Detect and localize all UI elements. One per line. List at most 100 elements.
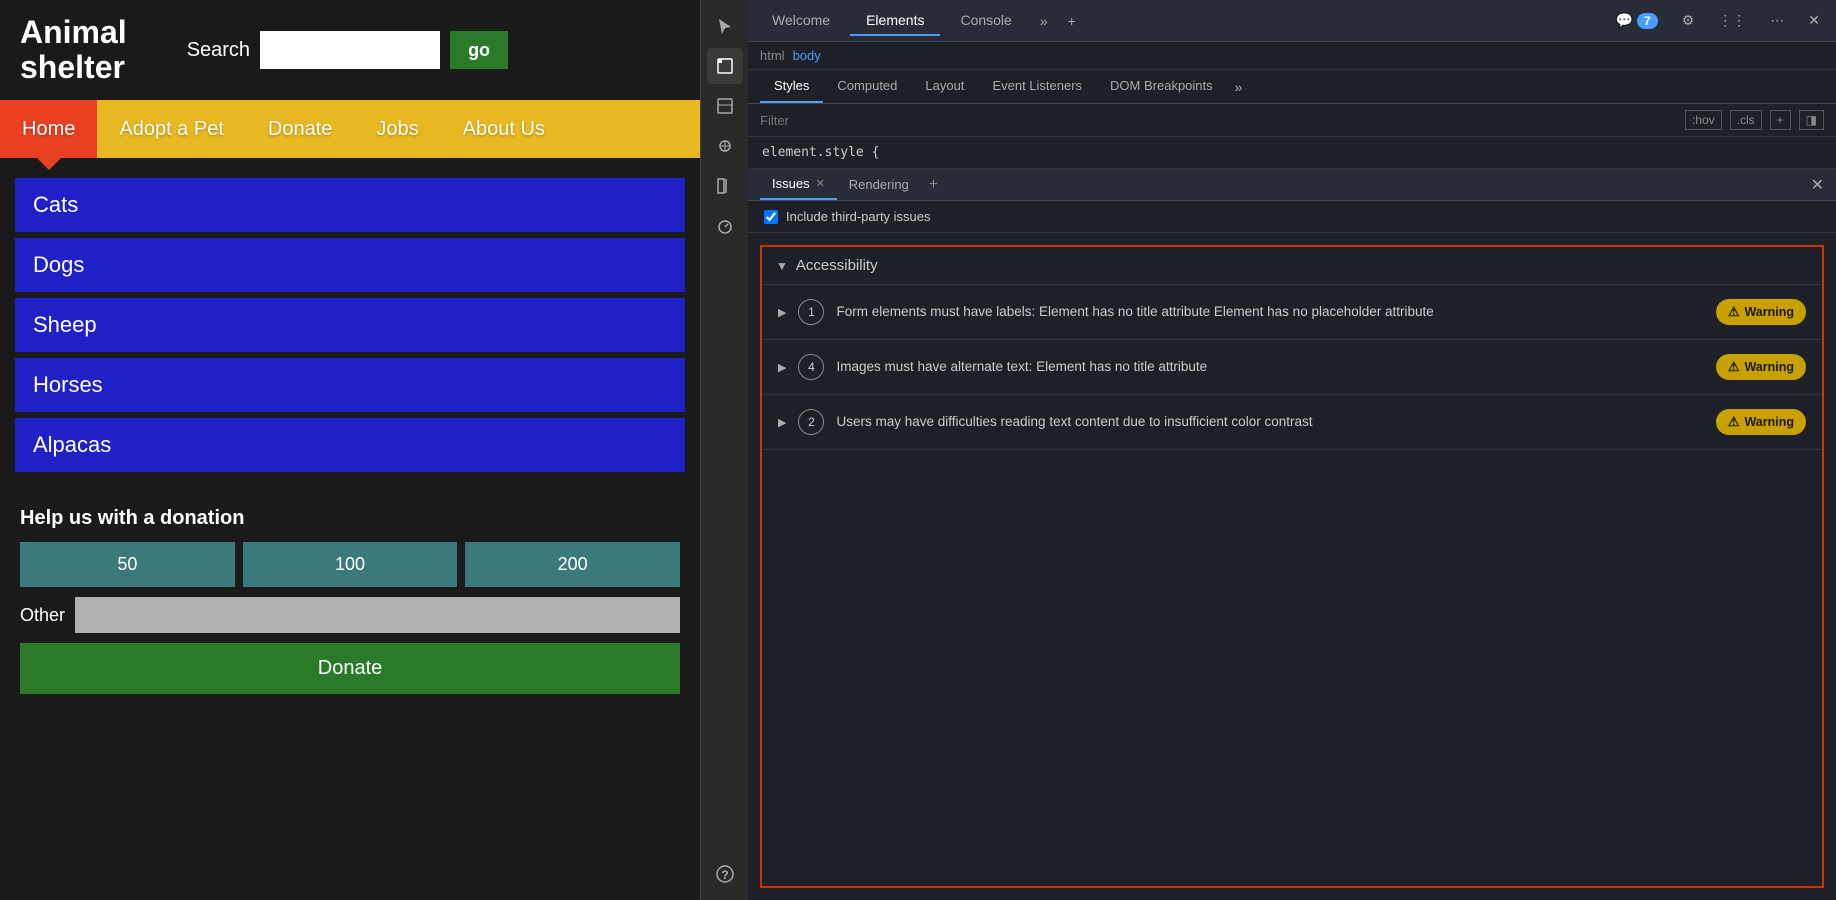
styles-panel-tabs: Styles Computed Layout Event Listeners D… [748,70,1836,104]
nav-bar: Home Adopt a Pet Donate Jobs About Us [0,100,700,158]
close-issues-tab[interactable]: ✕ [816,177,825,190]
issue-2-severity: ⚠ Warning [1716,354,1806,380]
tab-welcome[interactable]: Welcome [756,6,846,36]
cls-button[interactable]: .cls [1730,110,1762,130]
customize-button[interactable]: ⋮⋮ [1710,8,1754,33]
expand-issue-2-icon[interactable]: ▶ [778,361,786,374]
close-devtools-button[interactable]: ✕ [1800,8,1828,33]
notifications-badge: 7 [1637,13,1658,29]
tab-layout[interactable]: Layout [911,70,978,103]
warning-icon: ⚠ [1728,414,1740,430]
list-item[interactable]: Dogs [15,238,685,292]
go-button[interactable]: go [450,31,508,69]
tab-dom-breakpoints[interactable]: DOM Breakpoints [1096,70,1227,103]
drawer-tab-rendering[interactable]: Rendering [837,170,921,199]
tab-styles[interactable]: Styles [760,70,823,103]
amount-100-button[interactable]: 100 [243,542,458,587]
add-drawer-tab-button[interactable]: + [929,176,938,194]
tab-event-listeners[interactable]: Event Listeners [978,70,1096,103]
website-panel: Animal shelter Search go Home Adopt a Pe… [0,0,700,900]
other-row: Other [20,597,680,633]
more-options-button[interactable]: ⋯ [1762,8,1792,33]
list-item[interactable]: Horses [15,358,685,412]
more-styles-tabs-icon[interactable]: » [1227,73,1251,101]
warning-icon: ⚠ [1728,304,1740,320]
bug-icon[interactable] [707,128,743,164]
svg-text:?: ? [721,868,728,882]
console-icon[interactable] [707,88,743,124]
expand-issue-3-icon[interactable]: ▶ [778,416,786,429]
body-tag[interactable]: body [793,48,821,63]
devtools-tabs: Welcome Elements Console » + 💬 7 ⚙ ⋮⋮ ⋯ … [748,0,1836,42]
accessibility-header: ▼ Accessibility [762,247,1822,285]
issue-row: ▶ 2 Users may have difficulties reading … [762,395,1822,450]
donation-section: Help us with a donation 50 100 200 Other… [0,492,700,709]
list-item[interactable]: Alpacas [15,418,685,472]
issue-3-count: 2 [798,409,824,435]
notifications-button[interactable]: 💬 7 [1608,8,1666,33]
issue-2-text: Images must have alternate text: Element… [836,357,1703,377]
nav-item-about[interactable]: About Us [441,100,567,158]
donation-title: Help us with a donation [20,507,680,530]
issue-row: ▶ 1 Form elements must have labels: Elem… [762,285,1822,340]
close-drawer-button[interactable]: ✕ [1811,175,1824,195]
issue-1-severity: ⚠ Warning [1716,299,1806,325]
other-label: Other [20,605,65,626]
drawer-tab-issues[interactable]: Issues ✕ [760,169,837,200]
include-third-party-checkbox[interactable] [764,210,778,224]
include-third-party-label: Include third-party issues [786,209,931,224]
filter-row: :hov .cls + ◨ [748,104,1836,137]
issue-1-count: 1 [798,299,824,325]
resize-button[interactable]: ◨ [1799,110,1824,130]
accessibility-section: ▼ Accessibility ▶ 1 Form elements must h… [760,245,1824,888]
settings-button[interactable]: ⚙ [1674,8,1703,33]
inspector-icon[interactable] [707,48,743,84]
html-tag[interactable]: html [760,48,785,63]
issue-1-text: Form elements must have labels: Element … [836,302,1703,322]
tab-elements[interactable]: Elements [850,6,940,36]
animal-list: Cats Dogs Sheep Horses Alpacas [15,178,685,472]
donation-amounts: 50 100 200 [20,542,680,587]
timer-icon[interactable] [707,208,743,244]
amount-200-button[interactable]: 200 [465,542,680,587]
nav-item-home[interactable]: Home [0,100,97,158]
issue-3-severity: ⚠ Warning [1716,409,1806,435]
tab-computed[interactable]: Computed [823,70,911,103]
nav-item-jobs[interactable]: Jobs [354,100,440,158]
third-party-row: Include third-party issues [748,201,1836,233]
drawer-tabs: Issues ✕ Rendering + ✕ [748,169,1836,201]
search-input[interactable] [260,31,440,69]
issue-3-text: Users may have difficulties reading text… [836,412,1703,432]
list-item[interactable]: Sheep [15,298,685,352]
accessibility-title: Accessibility [796,257,878,274]
tab-console[interactable]: Console [944,6,1027,36]
collapse-accessibility-icon[interactable]: ▼ [776,259,788,273]
bottom-drawer: Issues ✕ Rendering + ✕ Include third-par… [748,169,1836,900]
other-amount-input[interactable] [75,597,680,633]
expand-issue-1-icon[interactable]: ▶ [778,306,786,319]
filter-input[interactable] [760,113,1677,128]
issue-2-count: 4 [798,354,824,380]
devtools-top-right: 💬 7 ⚙ ⋮⋮ ⋯ ✕ [1608,8,1828,33]
nav-item-adopt[interactable]: Adopt a Pet [97,100,246,158]
warning-icon: ⚠ [1728,359,1740,375]
search-label: Search [187,39,250,62]
add-style-button[interactable]: + [1770,110,1791,130]
devtools-sidebar: ? [700,0,748,900]
list-item[interactable]: Cats [15,178,685,232]
more-tabs-icon[interactable]: » [1032,7,1056,35]
palette-icon[interactable] [707,168,743,204]
add-tab-icon[interactable]: + [1060,7,1084,35]
site-header: Animal shelter Search go [0,0,700,100]
devtools-panel: Welcome Elements Console » + 💬 7 ⚙ ⋮⋮ ⋯ … [748,0,1836,900]
help-icon[interactable]: ? [707,856,743,892]
donate-button[interactable]: Donate [20,643,680,694]
amount-50-button[interactable]: 50 [20,542,235,587]
nav-item-donate[interactable]: Donate [246,100,355,158]
cursor-icon[interactable] [707,8,743,44]
hov-button[interactable]: :hov [1685,110,1722,130]
search-area: Search go [187,31,508,69]
html-body-row: html body [748,42,1836,70]
element-style-line: element.style { [748,137,1836,169]
issue-row: ▶ 4 Images must have alternate text: Ele… [762,340,1822,395]
